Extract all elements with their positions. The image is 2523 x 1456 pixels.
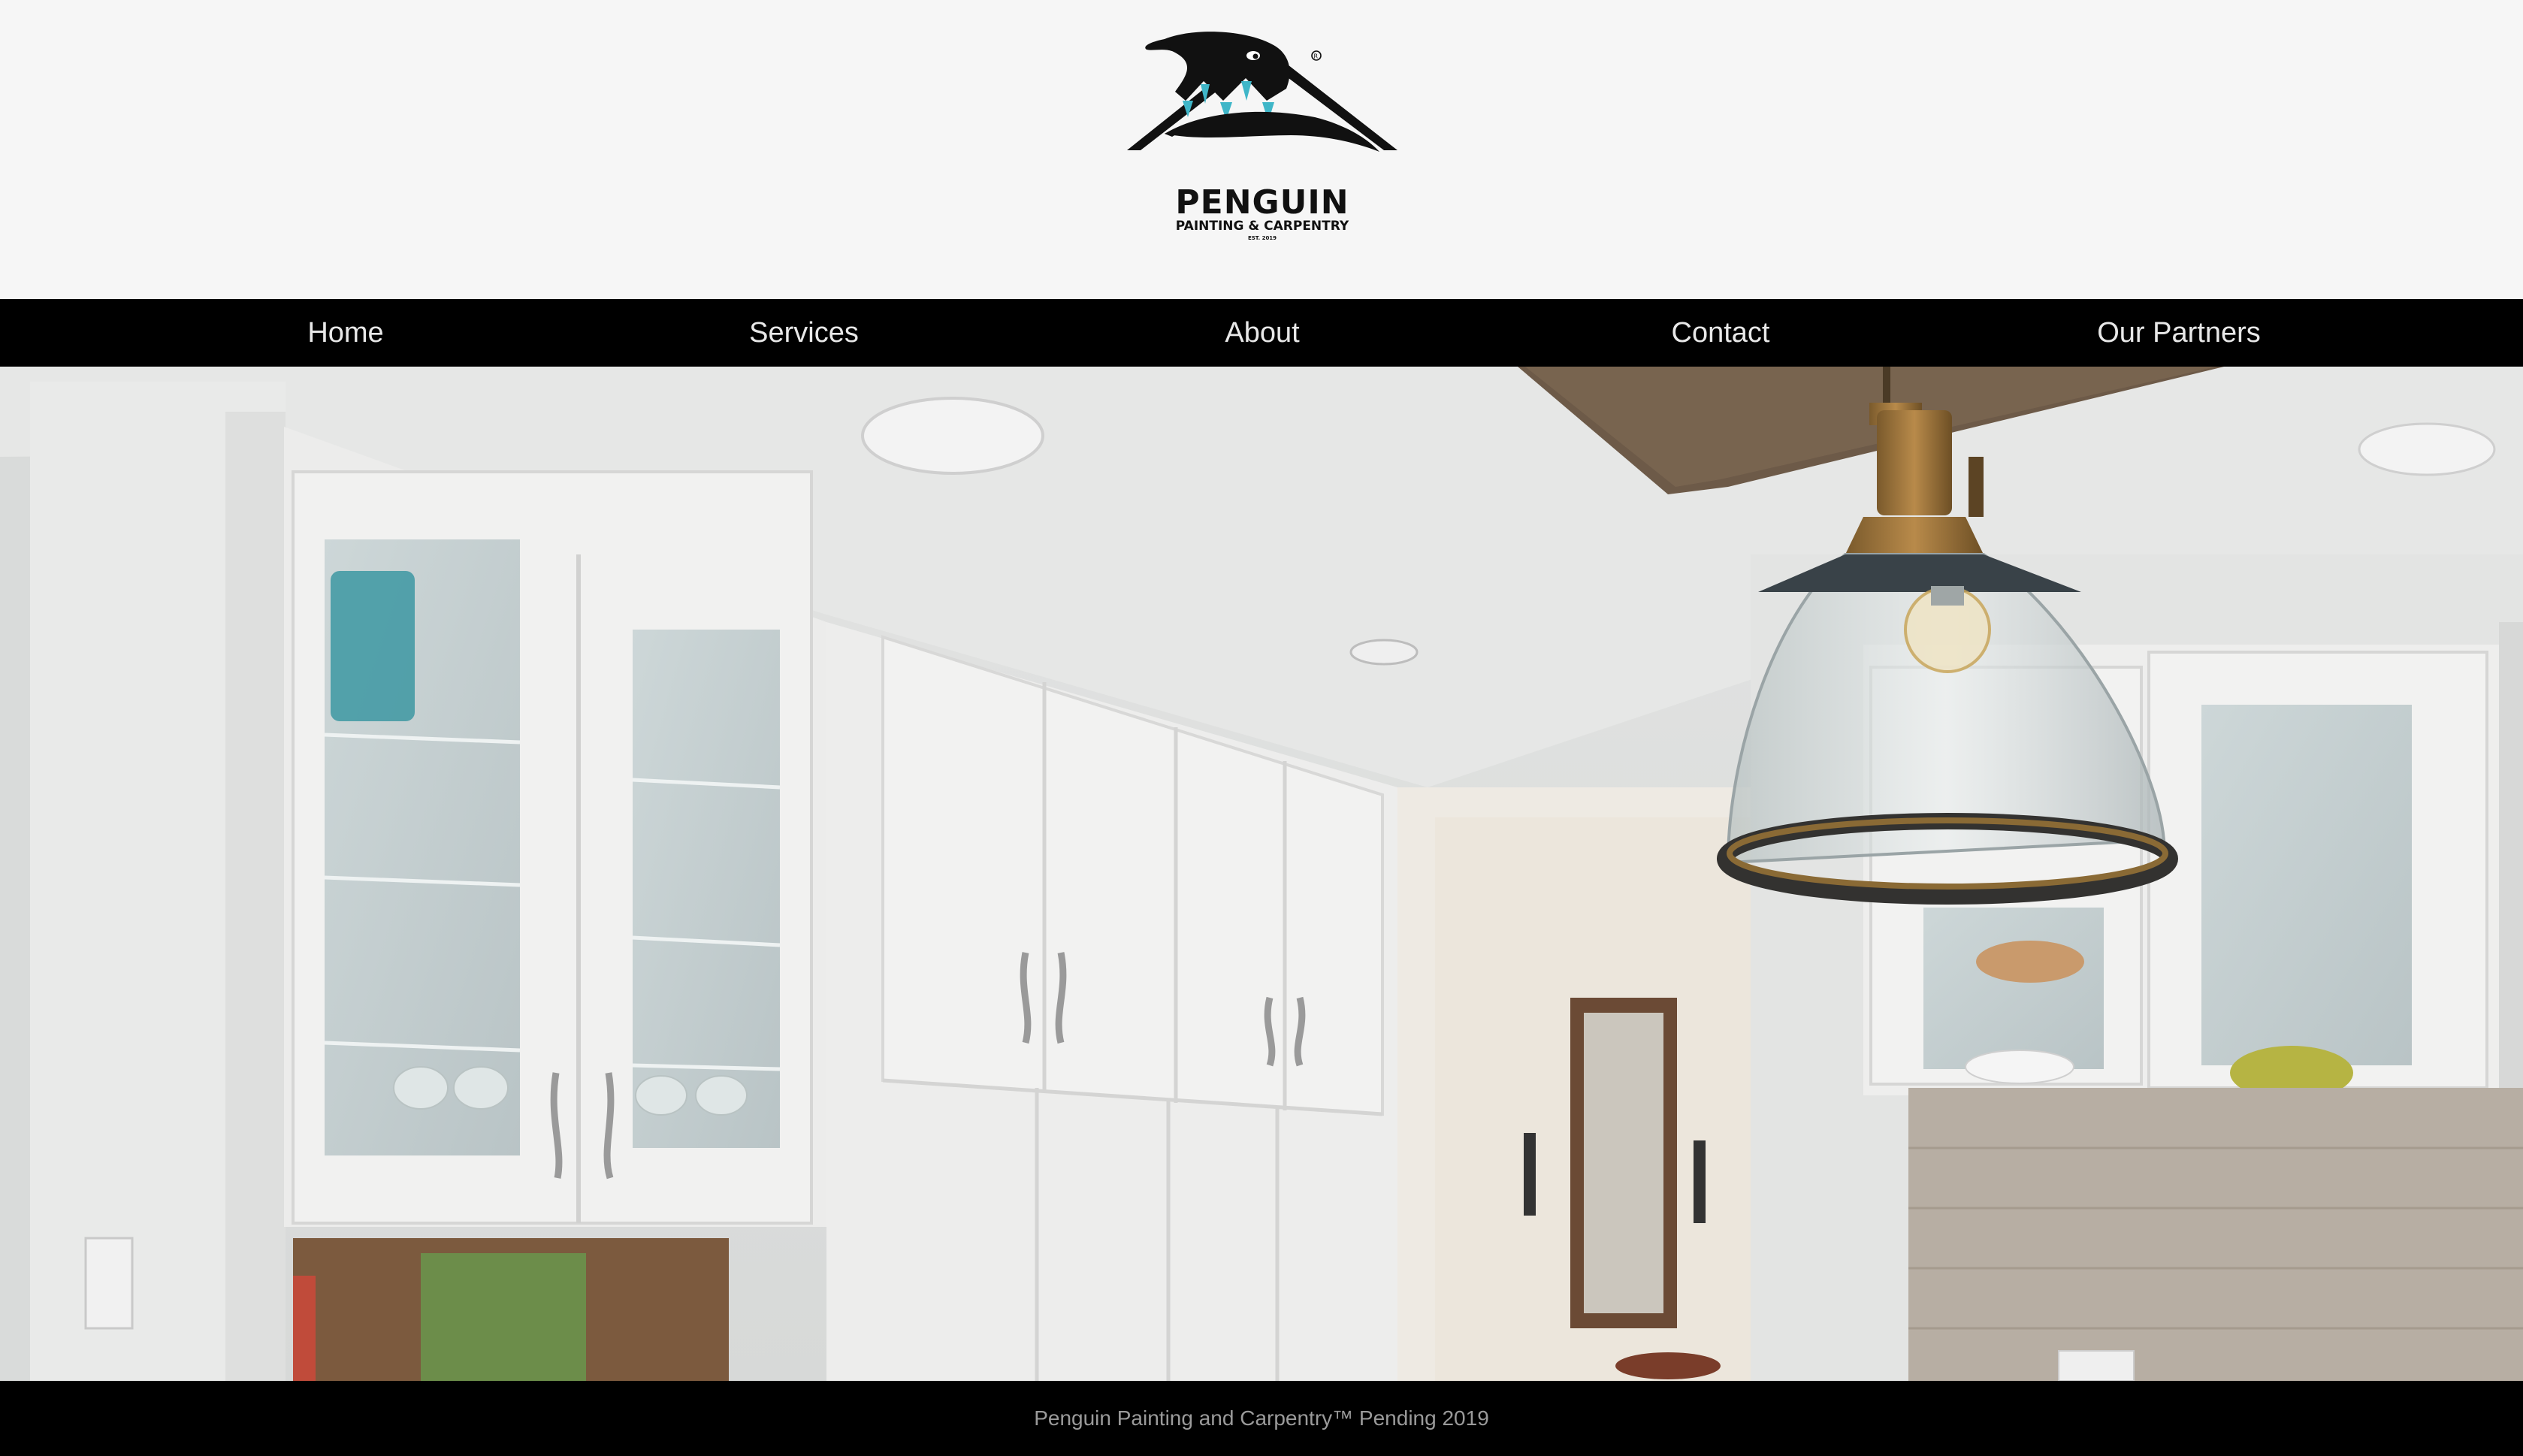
nav-item-contact[interactable]: Contact	[1570, 299, 1871, 367]
nav-item-home[interactable]: Home	[195, 299, 496, 367]
site-footer: Penguin Painting and Carpentry™ Pending …	[0, 1381, 2523, 1456]
brand-name: PENGUIN	[1175, 183, 1349, 222]
penguin-mountain-logo-icon: R	[1127, 32, 1397, 152]
nav-item-about[interactable]: About	[1112, 299, 1413, 367]
kitchen-photo-icon	[0, 367, 2523, 1381]
brand-established: EST. 2019	[1247, 235, 1277, 241]
site-header: R PENGUIN PAINTING & CARPENTRY EST. 2019	[0, 0, 2523, 299]
nav-item-services[interactable]: Services	[654, 299, 954, 367]
main-navigation: Home Services About Contact Our Partners	[0, 299, 2523, 367]
brand-tagline: PAINTING & CARPENTRY	[1175, 219, 1349, 234]
footer-copyright: Penguin Painting and Carpentry™ Pending …	[1034, 1406, 1489, 1430]
hero-image	[0, 367, 2523, 1381]
nav-item-our-partners[interactable]: Our Partners	[2029, 299, 2329, 367]
svg-text:R: R	[1314, 53, 1319, 60]
penguin-logo[interactable]: R PENGUIN PAINTING & CARPENTRY EST. 2019	[1119, 29, 1405, 241]
